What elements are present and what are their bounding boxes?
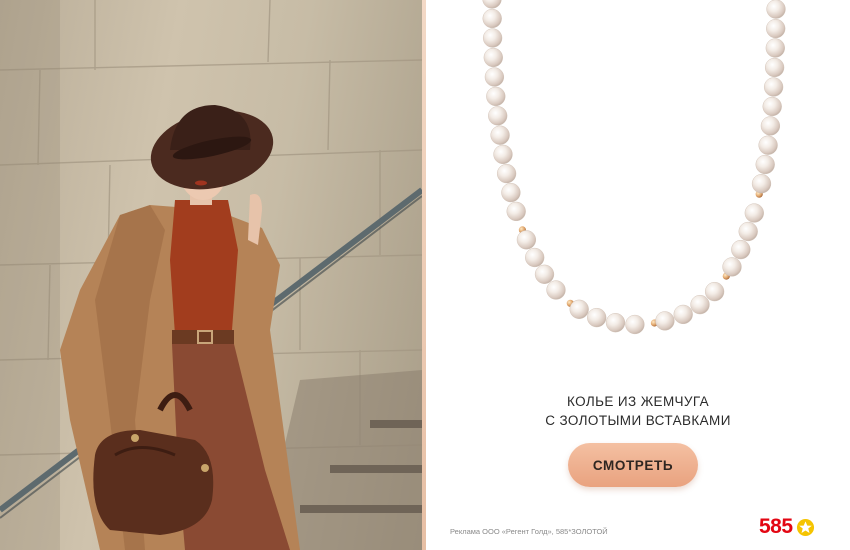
pearl-bead <box>490 125 510 145</box>
pearl-bead <box>731 240 751 260</box>
pearl-bead <box>760 116 780 136</box>
pearl-bead <box>546 280 566 300</box>
pearl-bead <box>625 314 645 335</box>
pearl-bead <box>655 311 675 331</box>
pearl-bead <box>534 264 555 284</box>
pearl-bead <box>755 154 775 175</box>
pearl-bead <box>766 0 786 19</box>
view-button[interactable]: СМОТРЕТЬ <box>568 443 698 487</box>
pearl-bead <box>516 230 536 250</box>
brand-logo[interactable]: 585 <box>759 513 815 541</box>
product-panel: КОЛЬЕ ИЗ ЖЕМЧУГА С ЗОЛОТЫМИ ВСТАВКАМИ СМ… <box>426 0 850 550</box>
pearl-bead <box>493 144 513 164</box>
pearl-bead <box>765 57 785 78</box>
pearl-bead <box>764 77 784 97</box>
pearl-bead <box>762 96 782 117</box>
model-photo <box>0 0 422 550</box>
pearl-bead <box>525 247 545 268</box>
pearl-bead <box>506 201 526 221</box>
pearl-bead <box>751 174 772 194</box>
pearl-bead <box>483 47 503 68</box>
pearl-bead <box>766 19 786 39</box>
pearl-bead <box>482 8 502 29</box>
product-title-line-1: КОЛЬЕ ИЗ ЖЕМЧУГА <box>566 394 710 409</box>
model-photo-illustration <box>0 0 422 550</box>
pearl-bead <box>569 299 589 319</box>
product-title-line-2: С ЗОЛОТЫМИ ВСТАВКАМИ <box>545 413 731 428</box>
pearl-bead <box>496 164 517 184</box>
brand-logo-text: 585 <box>759 515 793 538</box>
pearl-bead <box>486 86 506 106</box>
necklace-beads <box>482 0 786 335</box>
star-icon <box>796 518 814 536</box>
pearl-bead <box>587 308 607 328</box>
pearl-bead <box>765 38 785 58</box>
ad-disclaimer: Реклама ООО «Регент Голд», 585*ЗОЛОТОЙ <box>450 527 608 536</box>
pearl-bead <box>722 257 742 277</box>
pearl-bead <box>484 67 504 87</box>
pearl-bead <box>673 304 693 324</box>
pearl-bead <box>501 183 521 203</box>
pearl-bead <box>482 28 503 48</box>
ad-banner[interactable]: КОЛЬЕ ИЗ ЖЕМЧУГА С ЗОЛОТЫМИ ВСТАВКАМИ СМ… <box>0 0 850 550</box>
pearl-bead <box>758 135 778 155</box>
pearl-bead <box>744 203 764 223</box>
pearl-bead <box>482 0 502 9</box>
pearl-bead <box>605 313 626 333</box>
pearl-bead <box>488 106 508 126</box>
pearl-bead <box>690 295 710 315</box>
pearl-necklace-image <box>482 0 786 335</box>
pearl-bead <box>705 282 725 302</box>
product-title: КОЛЬЕ ИЗ ЖЕМЧУГА С ЗОЛОТЫМИ ВСТАВКАМИ <box>426 392 850 430</box>
pearl-bead <box>738 221 758 242</box>
